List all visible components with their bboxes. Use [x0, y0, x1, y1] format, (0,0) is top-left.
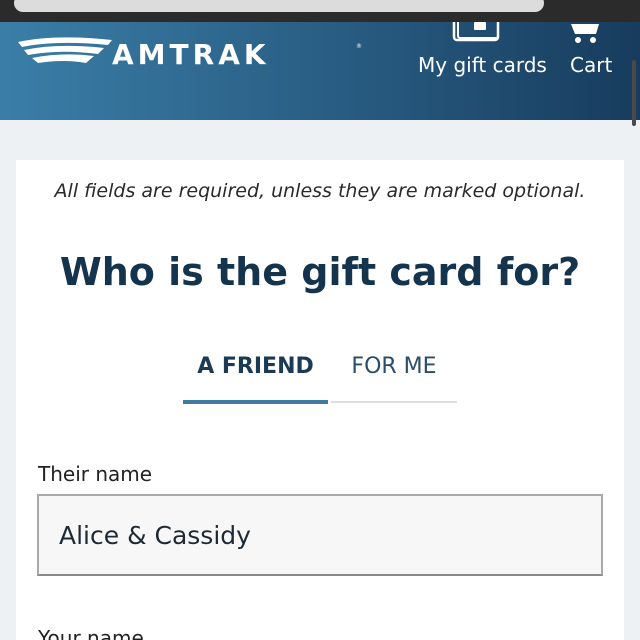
- cart-icon[interactable]: [569, 22, 603, 48]
- page-scrollbar[interactable]: [632, 60, 636, 126]
- browser-top-bar: [0, 0, 640, 22]
- amtrak-logo-icon: [18, 37, 112, 63]
- my-gift-cards-link[interactable]: My gift cards: [418, 53, 547, 77]
- their-name-label: Their name: [38, 462, 153, 486]
- required-fields-note: All fields are required, unless they are…: [54, 180, 586, 202]
- tab-a-friend[interactable]: A FRIEND: [183, 354, 328, 379]
- tab-for-me[interactable]: FOR ME: [331, 354, 457, 379]
- your-name-label: Your name: [38, 626, 144, 640]
- their-name-input[interactable]: [37, 494, 603, 576]
- amtrak-logo-link[interactable]: [16, 30, 116, 78]
- active-tab-indicator: [183, 400, 328, 404]
- inactive-tab-indicator: [331, 401, 457, 403]
- site-header: AMTRAK ® My gift cards Cart: [0, 12, 640, 120]
- brand-wordmark: AMTRAK: [112, 38, 270, 71]
- registered-mark: ®: [356, 43, 362, 50]
- page-title: Who is the gift card for?: [59, 250, 581, 294]
- address-bar[interactable]: [14, 0, 544, 12]
- cart-link[interactable]: Cart: [570, 53, 612, 77]
- gift-cards-icon[interactable]: [452, 12, 502, 48]
